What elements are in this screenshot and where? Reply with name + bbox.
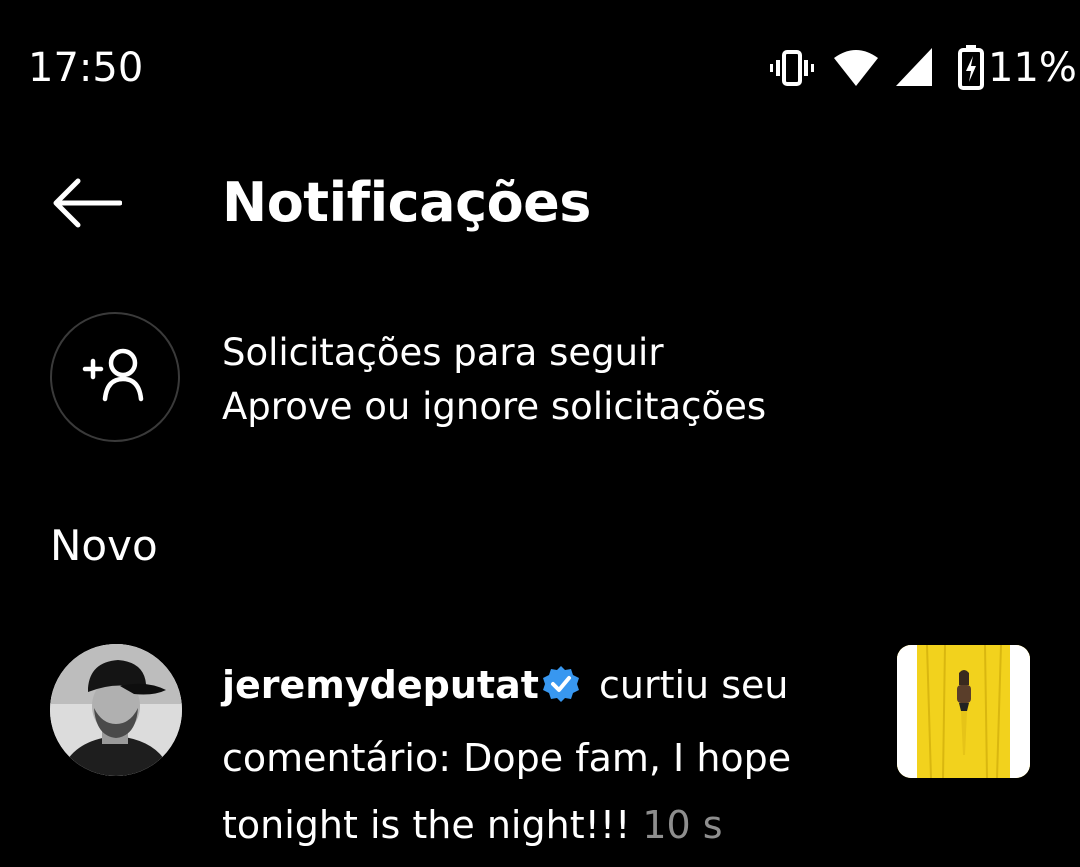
status-time: 17:50 [28,45,144,91]
wifi-icon [832,48,880,92]
add-person-icon [79,345,151,409]
battery-charging-icon [958,44,984,94]
follow-requests-title: Solicitações para seguir [222,331,664,374]
post-thumbnail[interactable] [897,645,1030,778]
notification-text: jeremydeputat curtiu seu comentário: Dop… [222,652,842,859]
avatar[interactable] [50,644,182,776]
status-bar: 17:50 11% [0,0,1080,140]
notification-item[interactable]: jeremydeputat curtiu seu comentário: Dop… [0,640,1080,867]
follow-requests-icon-circle [50,312,180,442]
battery-percent: 11% [988,45,1077,91]
follow-requests-subtitle: Aprove ou ignore solicitações [222,385,767,428]
cell-signal-icon [894,46,934,92]
verified-badge-icon [541,658,581,725]
vibrate-icon [770,48,814,92]
notification-timestamp: 10 s [642,803,723,847]
notification-username[interactable]: jeremydeputat [222,663,539,707]
page-title: Notificações [222,171,591,234]
back-button[interactable] [46,170,126,240]
follow-requests-row[interactable]: Solicitações para seguir Aprove ou ignor… [0,300,1080,460]
arrow-left-icon [50,178,123,232]
section-heading-new: Novo [50,521,158,570]
